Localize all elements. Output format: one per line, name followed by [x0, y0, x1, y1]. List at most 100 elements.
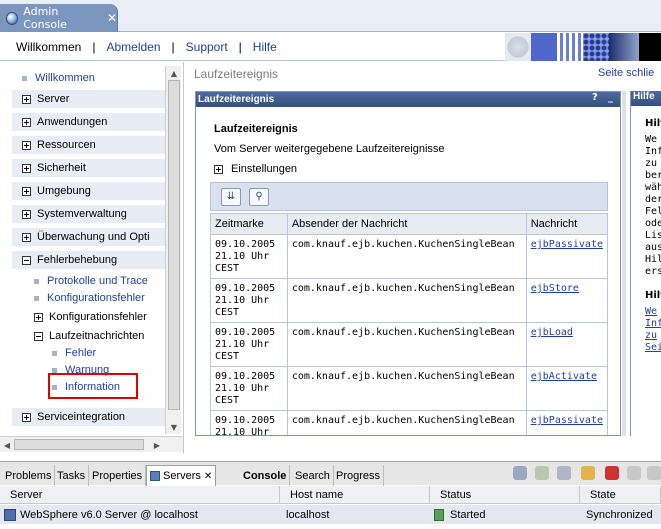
left-vertical-scrollbar[interactable]: ▲ ▼: [165, 66, 181, 434]
banner-gradient: [609, 33, 639, 61]
scroll-up-icon[interactable]: ▲: [166, 66, 182, 80]
nav-item-ressourcen[interactable]: Ressourcen: [12, 136, 165, 154]
server-name: WebSphere v6.0 Server @ localhost: [20, 508, 198, 521]
column-header-state[interactable]: State: [580, 486, 661, 504]
nav-item-sicherheit[interactable]: Sicherheit: [12, 159, 165, 177]
close-icon[interactable]: ✕: [204, 471, 212, 482]
scroll-right-icon[interactable]: ▶: [150, 438, 164, 452]
message-link[interactable]: ejbPassivate: [525, 234, 609, 279]
publish-icon[interactable]: [581, 466, 595, 480]
help-text: ber: [645, 170, 661, 181]
minimize-icon[interactable]: _: [608, 92, 613, 103]
help-text: zu: [645, 158, 658, 169]
plus-icon[interactable]: [22, 94, 31, 104]
stop-icon[interactable]: [605, 466, 619, 480]
tab-properties[interactable]: Properties: [89, 465, 147, 486]
plus-icon[interactable]: [22, 209, 31, 219]
server-row-state[interactable]: Synchronized: [580, 505, 661, 524]
left-horizontal-scrollbar[interactable]: ◀ ▶: [0, 436, 183, 452]
server-row-host[interactable]: localhost: [280, 505, 430, 524]
filter-icon[interactable]: ⚲: [249, 187, 269, 206]
nav-item-fehlerbehebung[interactable]: Fehlerbehebung: [12, 251, 165, 269]
bullet-icon: [52, 350, 57, 356]
help-link[interactable]: Sei: [645, 342, 661, 353]
help-icon[interactable]: ?: [592, 92, 598, 103]
plus-icon[interactable]: [22, 412, 31, 422]
plus-icon[interactable]: [22, 163, 31, 173]
nav-item-laufzeitnachrichten[interactable]: Laufzeitnachrichten: [12, 327, 165, 345]
tab-progress[interactable]: Progress: [333, 465, 385, 486]
panel-scrollbar[interactable]: [622, 91, 626, 436]
tab-tasks[interactable]: Tasks: [54, 465, 90, 486]
help-panel: Hilfe Hilf We Inf zu ber wäh der Fel ode…: [630, 91, 661, 436]
plus-icon[interactable]: [214, 164, 223, 174]
select-all-icon[interactable]: ⇊: [221, 187, 241, 206]
tab-problems[interactable]: Problems: [2, 465, 56, 486]
nav-help-link[interactable]: Hilfe: [253, 40, 277, 54]
plus-icon[interactable]: [34, 312, 43, 322]
maximize-view-icon[interactable]: [647, 466, 661, 480]
column-header-host[interactable]: Host name: [280, 486, 430, 504]
nav-separator: |: [171, 40, 175, 54]
minus-icon[interactable]: [34, 331, 43, 341]
nav-item-ueberwachung[interactable]: Überwachung und Opti: [12, 228, 165, 246]
message-link[interactable]: ejbStore: [525, 278, 609, 323]
column-header-timestamp[interactable]: Zeitmarke: [210, 213, 288, 235]
column-header-message[interactable]: Nachricht: [525, 213, 609, 235]
help-link[interactable]: We: [645, 306, 657, 317]
timestamp-date: 09.10.2005: [215, 239, 276, 250]
plus-icon[interactable]: [22, 140, 31, 150]
message-link[interactable]: ejbPassivate: [525, 410, 609, 435]
cell-sender: com.knauf.ejb.kuchen.KuchenSingleBean: [286, 366, 527, 411]
message-link[interactable]: ejbLoad: [525, 322, 609, 367]
profile-icon[interactable]: [557, 466, 571, 480]
nav-item-label: Laufzeitnachrichten: [49, 330, 145, 342]
nav-support-link[interactable]: Support: [186, 40, 228, 54]
debug-icon[interactable]: [513, 466, 527, 480]
column-header-sender[interactable]: Absender der Nachricht: [286, 213, 527, 235]
help-text: wäh: [645, 182, 661, 193]
minimize-view-icon[interactable]: [627, 466, 641, 480]
nav-item-konfigurationsfehler-node[interactable]: Konfigurationsfehler: [12, 308, 165, 326]
nav-logout-link[interactable]: Abmelden: [106, 40, 160, 54]
help-link[interactable]: Inf: [645, 318, 661, 329]
timestamp-zone: CEST: [215, 395, 240, 406]
settings-expander[interactable]: Einstellungen: [214, 163, 297, 175]
nav-item-systemverwaltung[interactable]: Systemverwaltung: [12, 205, 165, 223]
server-row-status[interactable]: Started: [430, 505, 580, 524]
plus-icon[interactable]: [22, 232, 31, 242]
help-link[interactable]: zu: [645, 330, 657, 341]
nav-item-willkommen[interactable]: Willkommen: [12, 69, 165, 87]
plus-icon[interactable]: [22, 186, 31, 196]
runtime-event-panel: Laufzeitereignis ? _ Laufzeitereignis Vo…: [195, 91, 621, 436]
editor-tab-title: Admin Console: [23, 5, 67, 31]
server-row-name[interactable]: WebSphere v6.0 Server @ localhost: [0, 505, 280, 524]
tab-console[interactable]: Console: [240, 465, 291, 486]
scrollbar-thumb[interactable]: [168, 80, 180, 410]
message-link[interactable]: ejbActivate: [525, 366, 609, 411]
nav-item-server[interactable]: Server: [12, 90, 165, 108]
scroll-down-icon[interactable]: ▼: [166, 420, 182, 434]
nav-item-konfigurationsfehler-link[interactable]: Konfigurationsfehler: [12, 289, 165, 307]
plus-icon[interactable]: [22, 117, 31, 127]
column-header-server[interactable]: Server: [0, 486, 280, 504]
scroll-left-icon[interactable]: ◀: [0, 438, 14, 452]
nav-item-fehler[interactable]: Fehler: [12, 344, 165, 362]
close-icon[interactable]: ✕: [107, 11, 117, 25]
column-header-status[interactable]: Status: [430, 486, 580, 504]
nav-item-serviceintegration[interactable]: Serviceintegration: [12, 408, 165, 426]
scrollbar-thumb[interactable]: [14, 439, 144, 450]
start-icon[interactable]: [535, 466, 549, 480]
timestamp-zone: CEST: [215, 307, 240, 318]
minus-icon[interactable]: [22, 255, 31, 265]
nav-item-anwendungen[interactable]: Anwendungen: [12, 113, 165, 131]
cell-timestamp: 09.10.2005 21.10 Uhr: [210, 410, 288, 435]
editor-tab-admin-console[interactable]: Admin Console ✕: [0, 4, 118, 32]
server-icon: [4, 508, 16, 521]
nav-item-umgebung[interactable]: Umgebung: [12, 182, 165, 200]
timestamp-date: 09.10.2005: [215, 371, 276, 382]
close-page-link[interactable]: Seite schlie: [598, 67, 654, 79]
tab-search[interactable]: Search: [292, 465, 334, 486]
nav-item-protokolle[interactable]: Protokolle und Trace: [12, 272, 165, 290]
tab-servers[interactable]: Servers ✕: [146, 465, 217, 486]
